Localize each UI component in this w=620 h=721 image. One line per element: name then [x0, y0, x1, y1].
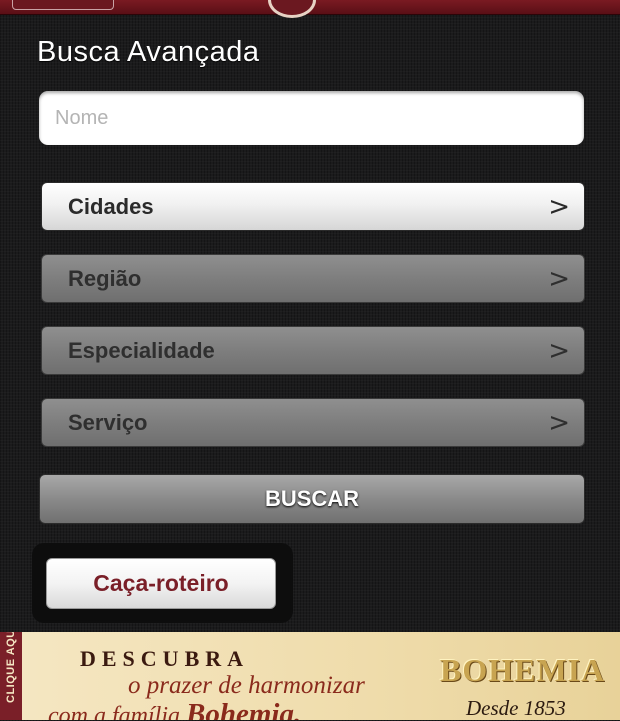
ad-tagline-2: com a família Bohemia.: [48, 698, 301, 720]
filter-label: Região: [68, 265, 142, 291]
tour-panel: Caça-roteiro: [32, 543, 293, 623]
filter-label: Especialidade: [68, 337, 215, 363]
page-title: Busca Avançada: [37, 36, 260, 68]
ad-tagline-text: com a família: [48, 703, 180, 720]
filter-label: Serviço: [68, 409, 148, 435]
filter-row-especialidade[interactable]: Especialidade >: [41, 326, 585, 375]
filter-label: Cidades: [68, 193, 154, 219]
name-search-input[interactable]: [39, 91, 584, 145]
chevron-right-icon: >: [548, 191, 570, 222]
ad-click-tab[interactable]: CLIQUE AQUI: [0, 632, 22, 720]
filter-row-servico[interactable]: Serviço >: [41, 398, 585, 447]
top-nav-bar: [0, 0, 620, 18]
chevron-right-icon: >: [548, 335, 570, 366]
ad-tagline-brand: Bohemia.: [186, 698, 302, 720]
chevron-right-icon: >: [548, 263, 570, 294]
brand-logo-icon: [268, 0, 316, 18]
ad-since-text: Desde 1853: [466, 696, 566, 720]
filter-row-cidades[interactable]: Cidades >: [41, 182, 585, 231]
ad-headline: DESCUBRA: [80, 646, 250, 671]
ad-tagline: o prazer de harmonizar: [128, 672, 365, 699]
ad-brand-logo: BOHEMIA: [440, 652, 606, 688]
search-button[interactable]: BUSCAR: [39, 474, 585, 524]
chevron-right-icon: >: [548, 407, 570, 438]
ad-click-label: CLIQUE AQUI: [5, 632, 17, 703]
back-button[interactable]: [12, 0, 114, 10]
caca-roteiro-button[interactable]: Caça-roteiro: [46, 558, 276, 609]
filter-row-regiao[interactable]: Região >: [41, 254, 585, 303]
